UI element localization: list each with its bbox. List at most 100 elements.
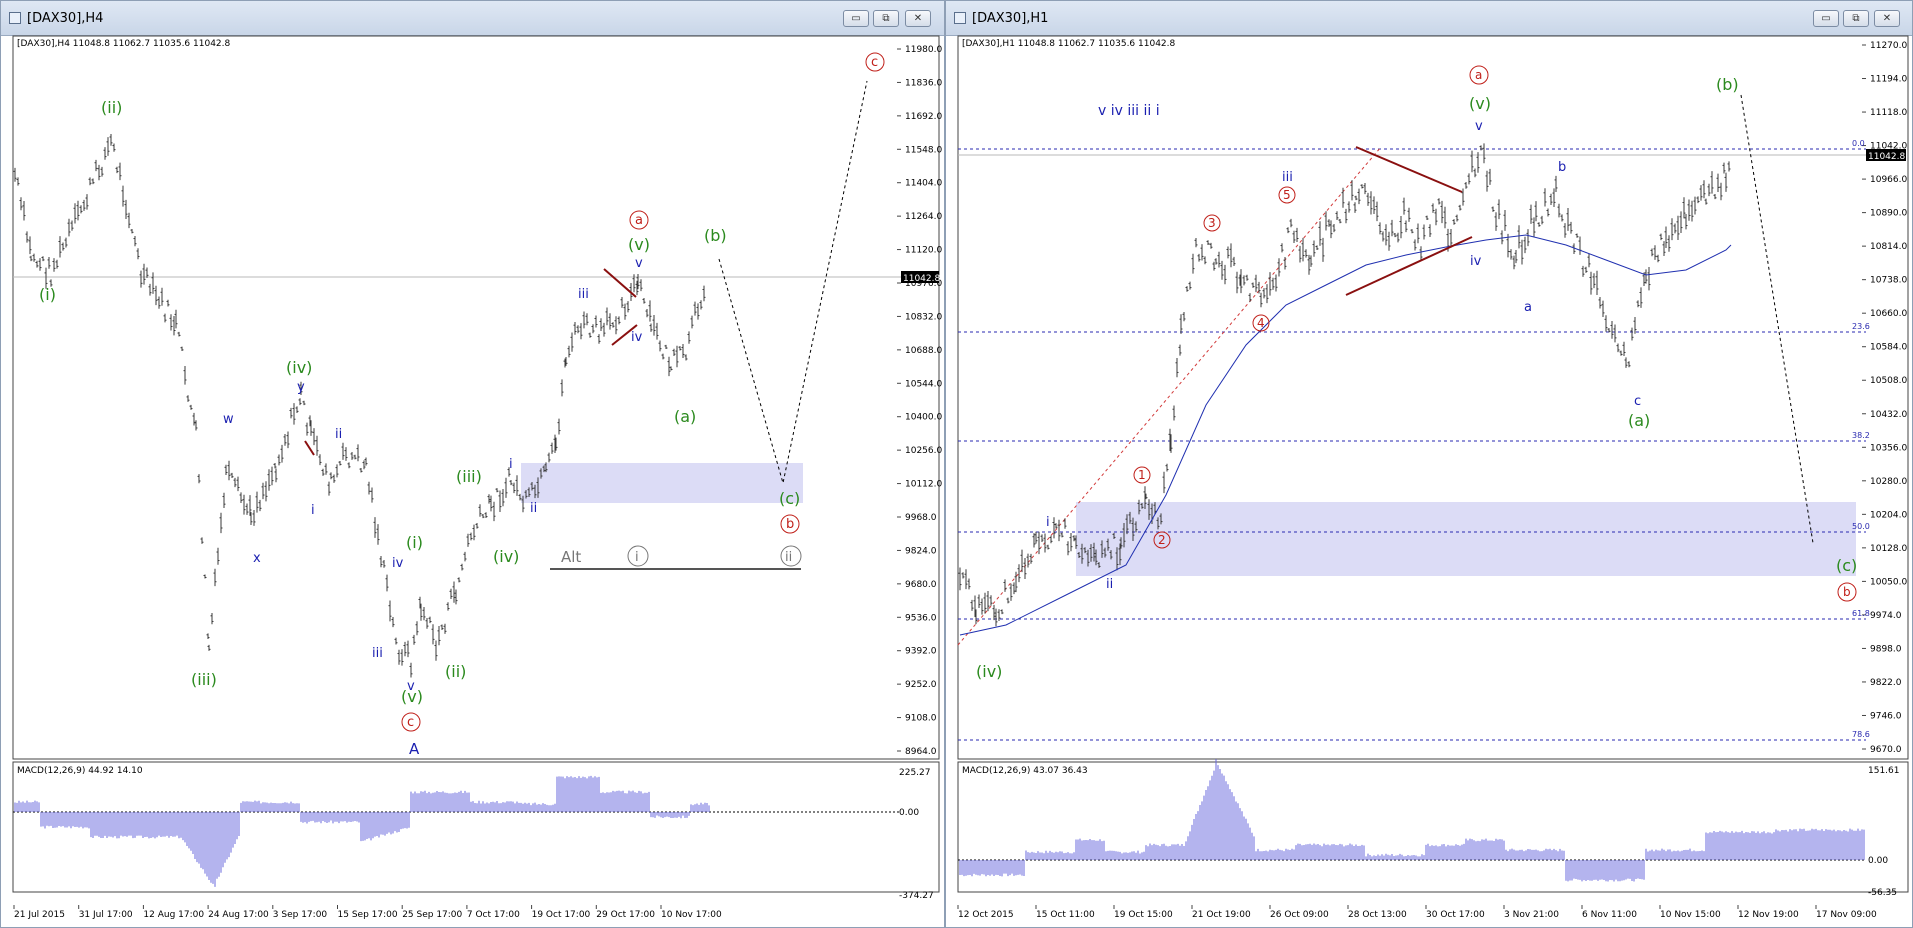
time-tick-label: 21 Jul 2015 [14,910,65,920]
wave-x: x [253,551,261,566]
wave-ii2-blue: ii [530,501,537,516]
h4-chart-window[interactable]: [DAX30],H4 ▭ ⧉ ✕ [DAX30],H4 11048.8 1106… [0,0,945,928]
time-tick-label: 3 Sep 17:00 [273,910,328,920]
macd-tick-zero: 0.00 [899,808,919,818]
time-tick-label: 26 Oct 09:00 [1270,910,1329,920]
time-tick-label: 28 Oct 13:00 [1348,910,1407,920]
window-title: [DAX30],H4 [27,11,104,26]
wave-c: (c) [1836,556,1857,575]
wave-a-small: a [1524,300,1532,315]
price-tick-label: 11548.0 [905,145,942,155]
wave-i2-blue: i [509,457,513,472]
time-axis: 21 Jul 2015 31 Jul 17:00 12 Aug 17:00 24 Au… [13,905,722,920]
time-tick-label: 29 Oct 17:00 [596,910,655,920]
wave-iv-2: (iv) [493,547,519,566]
time-tick-label: 17 Nov 09:00 [1816,910,1877,920]
price-tick-label: 10400.0 [905,413,942,423]
price-tick-label: 8964.0 [905,747,937,757]
time-tick-label: 3 Nov 21:00 [1504,910,1559,920]
price-tick-label: 9746.0 [1870,711,1902,721]
wave-1: 1 [1138,468,1146,482]
price-tick-label: 10890.0 [1870,209,1907,219]
wave-b-small: b [1558,160,1566,175]
time-tick-label: 10 Nov 17:00 [661,910,722,920]
restore-button[interactable]: ⧉ [873,10,899,27]
h4-chart-area[interactable]: [DAX30],H4 11048.8 11062.7 11035.6 11042… [1,35,944,927]
fib-level-label: 78.6 [1852,730,1870,739]
price-tick-label: 10814.0 [1870,242,1907,252]
alt-ii-label: ii [785,550,792,565]
alt-label: Alt [561,548,581,566]
wave-c-top-circle: c [871,55,878,70]
price-tick-label: 11980.0 [905,45,942,55]
price-tick-label: 10966.0 [1870,175,1907,185]
time-tick-label: 25 Sep 17:00 [402,910,462,920]
wave-a-circle: a [635,213,643,228]
price-tick-label: 10432.0 [1870,410,1907,420]
macd-tick-zero: 0.00 [1868,856,1888,866]
price-tick-label: 9680.0 [905,580,937,590]
wave-iii-blue: iii [372,646,383,661]
wave-v2-blue: v [635,256,643,271]
support-zone [521,463,803,503]
price-tick-label: 11404.0 [905,179,942,189]
fib-level-label: 38.2 [1852,431,1870,440]
time-axis: 12 Oct 2015 15 Oct 11:00 19 Oct 15:00 21 Oc… [957,905,1877,920]
wave-c: (c) [779,489,800,508]
macd-label: MACD(12,26,9) 44.92 14.10 [17,766,143,776]
price-tick-label: 11194.0 [1870,75,1907,85]
wave-iv: (iv) [976,662,1002,681]
price-tick-label: 11836.0 [905,78,942,88]
title-bar[interactable]: [DAX30],H1 ▭ ⧉ ✕ [946,1,1912,36]
wave-v-blue: v [407,679,415,694]
minimize-button[interactable]: ▭ [843,10,869,27]
fib-level-label: 0.0 [1852,139,1865,148]
restore-button[interactable]: ⧉ [1843,10,1869,27]
price-tick-label: 9898.0 [1870,644,1902,654]
wave-iii: (iii) [191,670,217,689]
price-tick-label: 10128.0 [1870,544,1907,554]
price-tick-label: 9968.0 [905,513,937,523]
top-wave-sequence: v iv iii ii i [1098,103,1160,119]
macd-histogram [14,775,710,887]
time-tick-label: 15 Oct 11:00 [1036,910,1095,920]
title-bar[interactable]: [DAX30],H4 ▭ ⧉ ✕ [1,1,944,36]
wave-b: (b) [704,226,727,245]
close-button[interactable]: ✕ [905,10,931,27]
close-button[interactable]: ✕ [1874,10,1900,27]
price-tick-label: 10112.0 [905,480,942,490]
wave-labels-red: c a b c [401,52,885,732]
price-tick-label: 9392.0 [905,647,937,657]
macd-panel-frame [12,761,940,893]
chart-window-icon [9,12,21,24]
wave-i-blue: i [1046,515,1050,530]
macd-tick-top: 225.27 [899,768,931,778]
wave-labels-blue: w x y i ii iv iii v i ii iii iv v A [223,256,643,758]
minimize-button[interactable]: ▭ [1813,10,1839,27]
price-tick-label: 11692.0 [905,112,942,122]
wave-iv: (iv) [286,358,312,377]
time-tick-label: 15 Sep 17:00 [338,910,398,920]
macd-histogram [959,759,1865,882]
wave-2: 2 [1158,533,1166,547]
price-axis: 11980.0 11836.0 11692.0 11548.0 11404.0 11264… [897,45,942,757]
price-tick-label: 9108.0 [905,714,937,724]
wave-iv-blue: iv [1470,254,1482,269]
wave-ii-blue: ii [335,427,342,442]
price-tick-label: 11264.0 [905,212,942,222]
price-tick-label: 9824.0 [905,546,937,556]
h1-chart-window[interactable]: [DAX30],H1 ▭ ⧉ ✕ [DAX30],H1 11048.8 1106… [945,0,1913,928]
fib-levels: 0.0 23.6 38.2 50.0 61.8 78.6 [958,139,1870,741]
macd-tick-bottom: -374.27 [899,891,934,901]
wave-ii-2: (ii) [445,662,466,681]
fib-level-label: 23.6 [1852,322,1870,331]
current-price-label: 11042.8 [1868,152,1905,162]
wave-b: (b) [1716,75,1739,94]
fib-level-label: 50.0 [1852,522,1870,531]
wave-ii: (ii) [101,98,122,117]
wave-5: 5 [1283,188,1291,202]
chart-window-icon [954,12,966,24]
price-tick-label: 10738.0 [1870,276,1907,286]
price-tick-label: 10256.0 [905,446,942,456]
h1-chart-area[interactable]: [DAX30],H1 11048.8 11062.7 11035.6 11042… [946,35,1912,927]
